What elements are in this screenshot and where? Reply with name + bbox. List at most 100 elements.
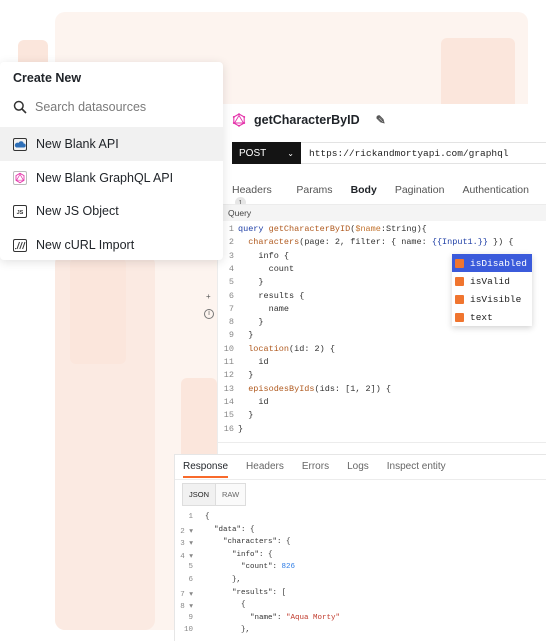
line-number: 7 (228, 303, 234, 314)
autocomplete-item[interactable]: isValid (452, 272, 532, 290)
search-input[interactable]: Search datasources (35, 100, 146, 114)
line-number: 14 (223, 396, 234, 407)
curl-icon (13, 238, 27, 252)
format-json-button[interactable]: JSON (182, 483, 217, 506)
line-number: 9 (188, 613, 193, 622)
tab-response-headers[interactable]: Headers (246, 461, 284, 478)
request-row: POST ⌄ https://rickandmortyapi.com/graph… (232, 142, 546, 164)
code-line[interactable]: characters(page: 2, filter: { name: {{In… (238, 237, 513, 247)
property-icon (455, 294, 464, 304)
code-line[interactable]: results { (238, 291, 304, 301)
fold-marker-icon[interactable]: + (206, 292, 211, 301)
line-number: 5 (188, 563, 193, 572)
code-line[interactable]: count (238, 264, 295, 274)
line-number: 11 (223, 357, 234, 367)
json-line: "characters": { (205, 538, 291, 547)
tab-inspect-entity[interactable]: Inspect entity (387, 461, 446, 478)
property-icon (455, 258, 464, 268)
line-number: 8 (228, 317, 234, 328)
search-icon (13, 100, 27, 114)
menu-item-label: New Blank GraphQL API (36, 171, 174, 185)
autocomplete-item-label: isValid (470, 275, 510, 287)
line-number: 8 ▾ (180, 603, 193, 612)
tab-errors[interactable]: Errors (302, 461, 329, 478)
code-line[interactable]: location(id: 2) { (238, 344, 335, 354)
line-number: 10 (183, 626, 193, 635)
cloud-api-icon (13, 137, 27, 151)
code-line[interactable]: episodesByIds(ids: [1, 2]) { (238, 384, 391, 394)
tab-response[interactable]: Response (183, 461, 229, 478)
autocomplete-item-label: text (470, 311, 493, 323)
menu-item-label: New Blank API (36, 137, 119, 151)
line-number: 6 (188, 576, 193, 584)
tab-label: Pagination (394, 184, 445, 196)
new-graphql-api-item[interactable]: New Blank GraphQL API (0, 161, 223, 195)
divider (175, 479, 546, 480)
json-line: "count": 826 (205, 563, 296, 572)
autocomplete-item[interactable]: text (452, 308, 532, 326)
code-line[interactable]: } (238, 424, 243, 434)
code-line[interactable]: id (238, 357, 268, 367)
new-blank-api-item[interactable]: New Blank API (0, 127, 223, 161)
graphql-icon (13, 171, 27, 185)
chevron-down-icon: ⌄ (287, 148, 294, 158)
menu-title: Create New (13, 71, 82, 85)
new-curl-import-item[interactable]: New cURL Import (0, 228, 223, 262)
autocomplete-item[interactable]: isVisible (452, 290, 532, 308)
line-number: 2 ▾ (180, 527, 193, 536)
response-format-toggle: JSON RAW (182, 483, 247, 506)
json-line: }, (205, 576, 242, 584)
json-line: "results": [ (205, 588, 287, 597)
code-line[interactable]: query getCharacterByID($name:String){ (238, 224, 427, 234)
new-js-object-item[interactable]: JS New JS Object (0, 194, 223, 228)
create-new-menu: Create New Search datasources New Blank … (0, 62, 223, 260)
response-panel: Response Headers Errors Logs Inspect ent… (174, 454, 546, 641)
js-icon: JS (13, 204, 27, 218)
line-number: 4 (228, 263, 234, 274)
api-name[interactable]: getCharacterByID (254, 113, 360, 127)
tab-label: Authentication (462, 184, 529, 196)
code-line[interactable]: } (238, 370, 253, 380)
code-line[interactable]: } (238, 317, 263, 327)
json-line: "info": { (205, 550, 273, 559)
line-number: 15 (223, 410, 234, 421)
pencil-icon[interactable]: ✎ (376, 113, 386, 127)
code-line[interactable]: } (238, 277, 263, 287)
line-number: 10 (223, 343, 234, 354)
menu-item-label: New cURL Import (36, 238, 135, 252)
tab-label: Body (350, 184, 377, 196)
url-input[interactable]: https://rickandmortyapi.com/graphql (301, 142, 546, 164)
line-number: 12 (223, 370, 234, 381)
code-line[interactable]: name (238, 304, 289, 314)
line-number: 4 ▾ (180, 552, 193, 561)
code-line[interactable]: id (238, 397, 268, 407)
autocomplete-popup: isDisabled isValid isVisible text (452, 254, 532, 326)
tab-label: Params (296, 184, 333, 196)
line-number: 5 (228, 277, 234, 288)
svg-text:JS: JS (17, 210, 24, 216)
line-number: 13 (223, 383, 234, 394)
autocomplete-item-label: isDisabled (470, 257, 528, 269)
line-number: 9 (228, 330, 234, 341)
api-title-bar: getCharacterByID ✎ (232, 113, 386, 127)
line-number: 7 ▾ (180, 590, 193, 599)
query-section-label: Query (218, 205, 546, 221)
code-line[interactable]: } (238, 330, 253, 340)
code-line[interactable]: } (238, 410, 253, 420)
line-number: 16 (223, 423, 234, 434)
tab-label: Headers (232, 184, 272, 196)
autocomplete-item[interactable]: isDisabled (452, 254, 532, 272)
background-tile (70, 258, 126, 364)
http-method-value: POST (239, 147, 267, 159)
datasource-search[interactable]: Search datasources (13, 100, 146, 114)
response-tabs: Response Headers Errors Logs Inspect ent… (183, 461, 464, 478)
line-number: 1 (188, 513, 193, 521)
json-line: "name": "Aqua Morty" (205, 613, 341, 622)
code-line[interactable]: info { (238, 251, 289, 261)
http-method-select[interactable]: POST ⌄ (232, 142, 301, 164)
format-raw-button[interactable]: RAW (216, 483, 247, 506)
line-number: 6 (228, 290, 234, 301)
menu-item-label: New JS Object (36, 204, 119, 218)
tab-logs[interactable]: Logs (347, 461, 369, 478)
graphql-icon (232, 113, 246, 127)
